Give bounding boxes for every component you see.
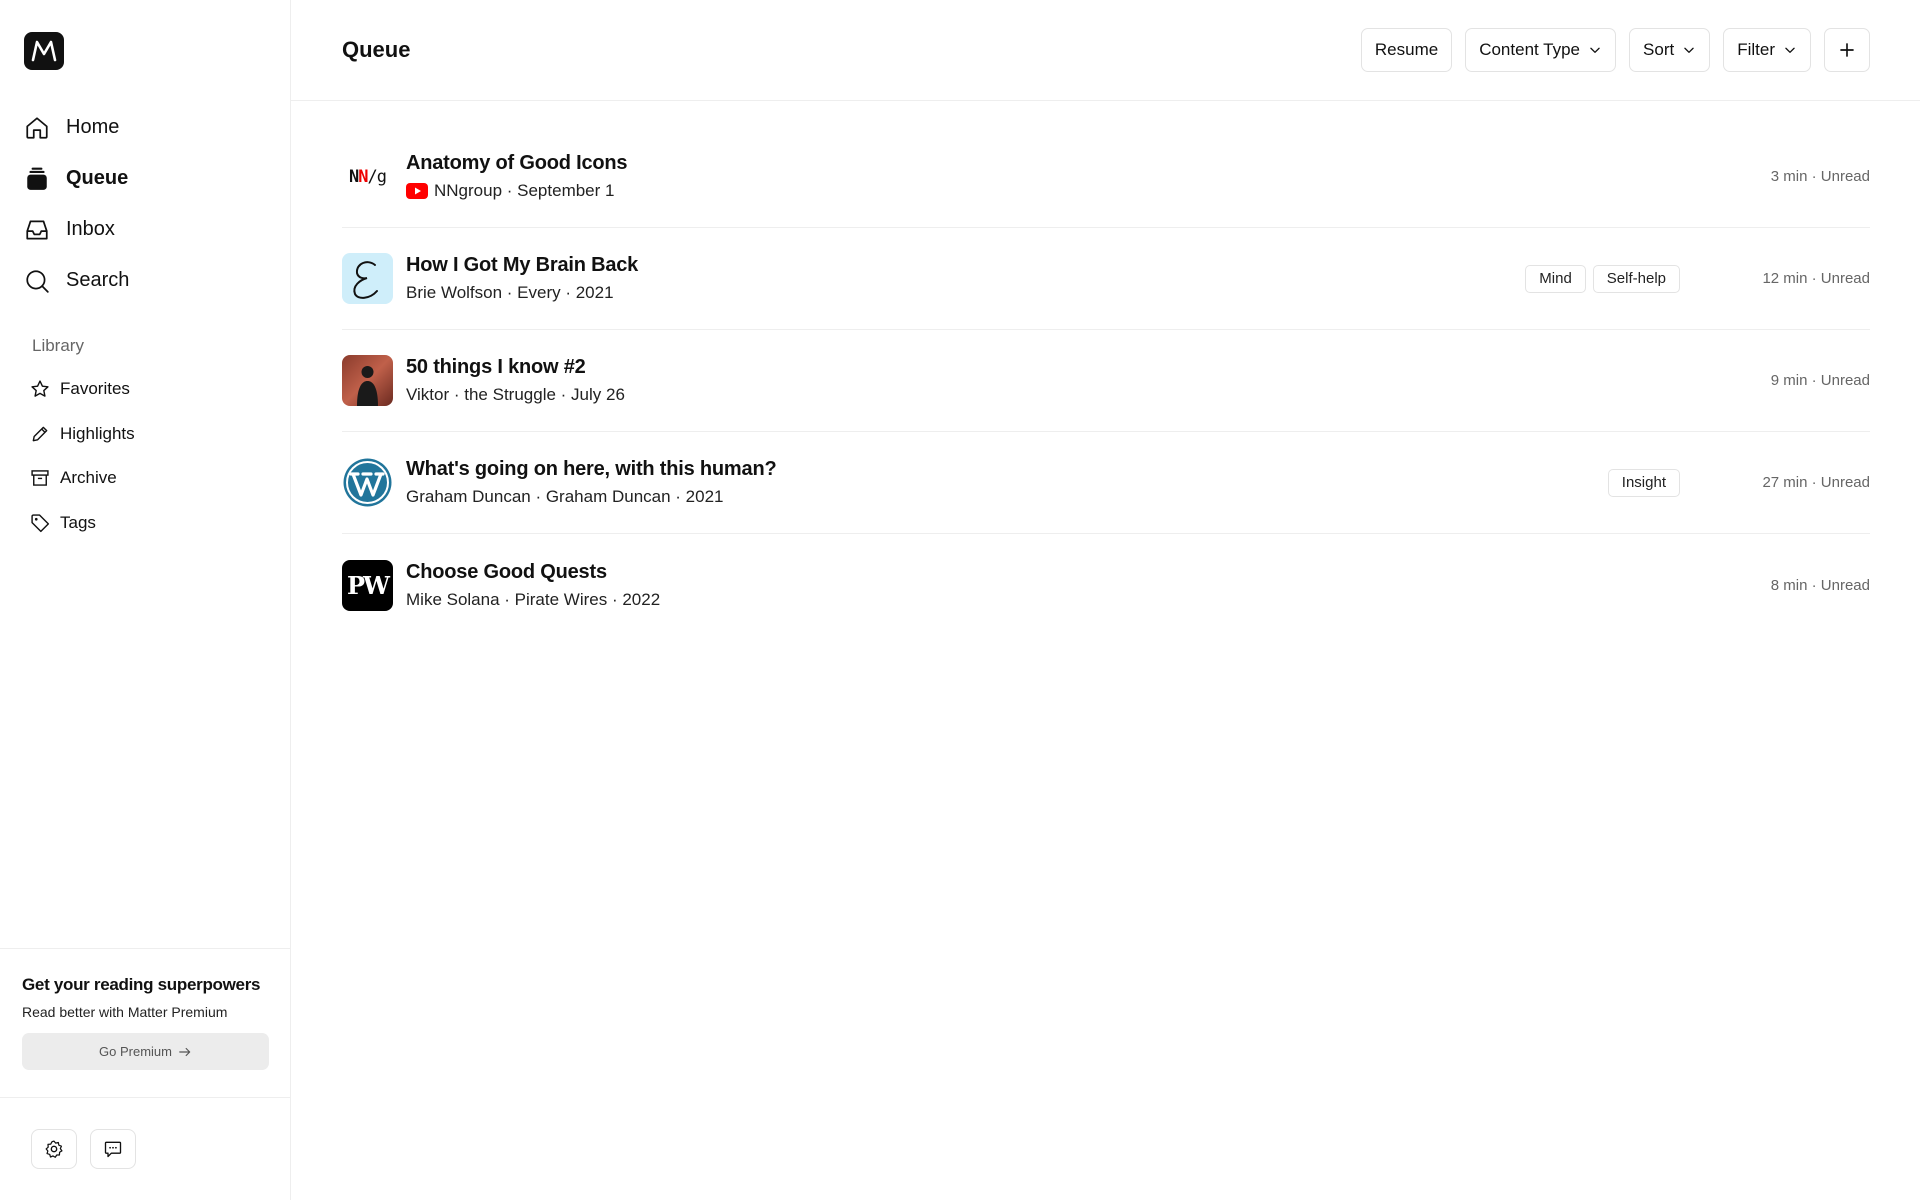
nav-item-tags[interactable]: Tags: [30, 501, 135, 546]
promo-subtitle: Read better with Matter Premium: [22, 1004, 228, 1020]
inbox-icon: [24, 217, 66, 243]
library-heading: Library: [32, 336, 84, 355]
item-meta: Mike Solana · Pirate Wires · 2022: [406, 589, 661, 609]
filter-dropdown[interactable]: Filter: [1723, 28, 1811, 72]
tag-chip[interactable]: Mind: [1525, 264, 1586, 293]
nav-item-inbox[interactable]: Inbox: [24, 204, 129, 255]
item-tags: Mind Self-help: [1525, 264, 1680, 293]
item-status: 9 min · Unread: [1770, 372, 1870, 389]
queue-list: NN/g Anatomy of Good Icons NNgroup · Sep…: [342, 126, 1870, 636]
nav-item-favorites[interactable]: Favorites: [30, 367, 135, 412]
wordpress-logo: [342, 457, 393, 508]
item-status: 3 min · Unread: [1770, 168, 1870, 185]
chevron-down-icon: [1684, 47, 1694, 53]
nav-item-search[interactable]: Search: [24, 255, 129, 306]
sort-label: Sort: [1643, 40, 1675, 59]
pirate-wires-logo: PW: [342, 559, 393, 611]
nav-label: Favorites: [60, 379, 130, 399]
item-meta: Brie Wolfson · Every · 2021: [406, 283, 614, 302]
queue-icon: [24, 166, 66, 192]
pw-text: PW: [347, 570, 390, 600]
list-item[interactable]: What's going on here, with this human? G…: [342, 432, 1870, 534]
sidebar-footer: [31, 1129, 136, 1169]
chat-bubble-icon: [104, 1141, 122, 1158]
go-premium-button[interactable]: Go Premium: [22, 1033, 269, 1070]
resume-button[interactable]: Resume: [1360, 28, 1453, 72]
list-item[interactable]: NN/g Anatomy of Good Icons NNgroup · Sep…: [342, 126, 1870, 228]
nng-slash-g: /g: [367, 166, 388, 187]
sort-dropdown[interactable]: Sort: [1629, 28, 1711, 72]
gear-icon: [45, 1140, 63, 1158]
nav-label: Inbox: [66, 218, 115, 240]
nav-label: Tags: [60, 512, 96, 532]
settings-button[interactable]: [31, 1129, 77, 1169]
nav-item-queue[interactable]: Queue: [24, 153, 129, 204]
main-content: Queue Resume Content Type Sort Filter NN…: [291, 0, 1920, 1200]
library-nav: Favorites Highlights Archive Tags: [30, 367, 135, 545]
item-meta: Viktor · the Struggle · July 26: [406, 385, 625, 404]
sidebar: Home Queue Inbox Search Library Favorite…: [0, 0, 291, 1200]
list-item[interactable]: 50 things I know #2 Viktor · the Struggl…: [342, 330, 1870, 432]
search-icon: [24, 268, 66, 294]
item-title: Anatomy of Good Icons: [406, 152, 628, 174]
nav-item-home[interactable]: Home: [24, 102, 129, 153]
every-e-icon: [353, 261, 378, 299]
content-type-dropdown[interactable]: Content Type: [1465, 28, 1617, 72]
chevron-down-icon: [1785, 47, 1795, 53]
filter-label: Filter: [1737, 40, 1775, 59]
content-type-label: Content Type: [1479, 40, 1581, 59]
tag-chip[interactable]: Self-help: [1592, 264, 1680, 293]
primary-nav: Home Queue Inbox Search: [24, 102, 129, 306]
list-item[interactable]: How I Got My Brain Back Brie Wolfson · E…: [342, 228, 1870, 330]
list-item[interactable]: PW Choose Good Quests Mike Solana · Pira…: [342, 534, 1870, 636]
nng-letter: N: [349, 166, 359, 187]
go-premium-label: Go Premium: [99, 1044, 172, 1059]
person-silhouette-icon: [357, 366, 378, 406]
nav-item-highlights[interactable]: Highlights: [30, 412, 135, 457]
nav-item-archive[interactable]: Archive: [30, 456, 135, 501]
toolbar: Resume Content Type Sort Filter: [1360, 28, 1870, 72]
tag-chip[interactable]: Insight: [1607, 468, 1680, 497]
item-tags: Insight: [1607, 468, 1680, 497]
page-title: Queue: [342, 37, 411, 62]
archive-icon: [30, 468, 60, 488]
tag-icon: [30, 513, 60, 533]
feedback-button[interactable]: [90, 1129, 136, 1169]
youtube-icon: [406, 183, 428, 199]
top-bar: Queue Resume Content Type Sort Filter: [291, 0, 1920, 101]
item-meta: NNgroup · September 1: [434, 181, 615, 200]
arrow-right-icon: [179, 1047, 191, 1056]
nng-letter-red: N: [358, 166, 368, 187]
star-icon: [30, 379, 60, 399]
home-icon: [24, 115, 66, 141]
item-meta: Graham Duncan · Graham Duncan · 2021: [406, 487, 724, 506]
item-status: 12 min · Unread: [1762, 270, 1870, 287]
promo-title: Get your reading superpowers: [22, 975, 261, 994]
author-avatar: [342, 355, 393, 406]
premium-promo: Get your reading superpowers Read better…: [0, 948, 291, 1098]
chevron-down-icon: [1590, 47, 1600, 53]
pencil-icon: [30, 424, 60, 444]
item-status: 8 min · Unread: [1770, 576, 1870, 594]
nngroup-logo: NN/g: [342, 151, 393, 202]
item-title: 50 things I know #2: [406, 356, 586, 378]
item-status: 27 min · Unread: [1762, 474, 1870, 491]
nav-label: Home: [66, 116, 120, 138]
every-logo: [342, 253, 393, 304]
nav-label: Archive: [60, 468, 117, 488]
plus-icon: [1840, 43, 1854, 57]
resume-label: Resume: [1374, 40, 1439, 59]
nav-label: Highlights: [60, 423, 135, 443]
logo-m-icon: [31, 40, 57, 62]
nav-label: Search: [66, 269, 130, 291]
nav-label: Queue: [66, 167, 129, 189]
item-title: Choose Good Quests: [406, 560, 607, 583]
wordpress-icon: [343, 458, 392, 507]
add-button[interactable]: [1824, 28, 1870, 72]
matter-logo[interactable]: [24, 32, 64, 70]
